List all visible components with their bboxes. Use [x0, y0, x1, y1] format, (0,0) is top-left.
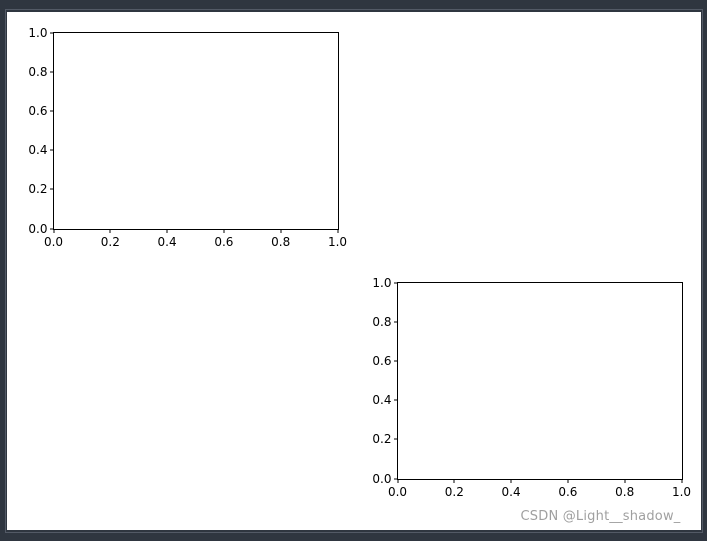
ytick-mark — [394, 360, 398, 361]
subplot-bottom-right: 0.0 0.2 0.4 0.6 0.8 1.0 0.0 0.2 0.4 0. — [397, 282, 683, 480]
figure-canvas: 0.0 0.2 0.4 0.6 0.8 1.0 0.0 0.2 0.4 0. — [7, 12, 701, 530]
xtick-label: 0.0 — [44, 235, 63, 249]
ytick-label: 1.0 — [360, 276, 392, 290]
window-frame: 0.0 0.2 0.4 0.6 0.8 1.0 0.0 0.2 0.4 0. — [5, 9, 703, 533]
ytick-mark — [50, 110, 54, 111]
plot-area-1: 0.0 0.2 0.4 0.6 0.8 1.0 0.0 0.2 0.4 0. — [53, 32, 339, 230]
xtick-mark — [223, 229, 224, 233]
ytick-label: 0.0 — [16, 222, 48, 236]
xtick-label: 1.0 — [328, 235, 347, 249]
xtick-mark — [624, 479, 625, 483]
ytick-label: 1.0 — [16, 26, 48, 40]
watermark-text: CSDN @Light__shadow_ — [521, 509, 681, 524]
xtick-mark — [167, 229, 168, 233]
ytick-label: 0.2 — [16, 182, 48, 196]
xtick-label: 0.2 — [101, 235, 120, 249]
ytick-mark — [394, 400, 398, 401]
ytick-label: 0.6 — [360, 354, 392, 368]
xtick-mark — [337, 229, 338, 233]
xtick-label: 0.0 — [388, 485, 407, 499]
ytick-mark — [50, 71, 54, 72]
plot-area-2: 0.0 0.2 0.4 0.6 0.8 1.0 0.0 0.2 0.4 0. — [397, 282, 683, 480]
xtick-mark — [511, 479, 512, 483]
xtick-label: 0.4 — [158, 235, 177, 249]
xtick-label: 0.6 — [214, 235, 233, 249]
xtick-mark — [397, 479, 398, 483]
xtick-mark — [280, 229, 281, 233]
xtick-mark — [53, 229, 54, 233]
xtick-label: 0.6 — [558, 485, 577, 499]
ytick-label: 0.4 — [16, 143, 48, 157]
ytick-label: 0.8 — [360, 315, 392, 329]
subplot-top-left: 0.0 0.2 0.4 0.6 0.8 1.0 0.0 0.2 0.4 0. — [53, 32, 339, 230]
xtick-mark — [110, 229, 111, 233]
ytick-mark — [50, 32, 54, 33]
xtick-mark — [454, 479, 455, 483]
xtick-label: 0.4 — [502, 485, 521, 499]
ytick-mark — [394, 439, 398, 440]
xtick-label: 0.8 — [615, 485, 634, 499]
ytick-label: 0.2 — [360, 432, 392, 446]
ytick-mark — [394, 282, 398, 283]
xtick-label: 0.2 — [445, 485, 464, 499]
xtick-label: 0.8 — [271, 235, 290, 249]
ytick-mark — [50, 189, 54, 190]
xtick-label: 1.0 — [672, 485, 691, 499]
xtick-mark — [567, 479, 568, 483]
ytick-label: 0.4 — [360, 393, 392, 407]
ytick-label: 0.8 — [16, 65, 48, 79]
ytick-label: 0.6 — [16, 104, 48, 118]
ytick-mark — [50, 150, 54, 151]
ytick-label: 0.0 — [360, 472, 392, 486]
ytick-mark — [394, 321, 398, 322]
xtick-mark — [681, 479, 682, 483]
